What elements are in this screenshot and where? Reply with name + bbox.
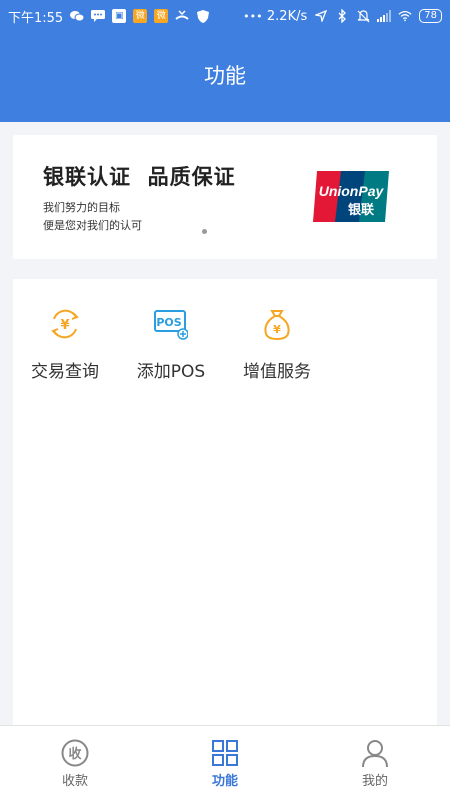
- more-dots-icon: •••: [243, 9, 263, 23]
- user-icon: [362, 740, 388, 768]
- location-icon: [314, 9, 328, 23]
- tab-functions[interactable]: 功能: [180, 726, 270, 800]
- banner-subtitle-1: 我们努力的目标: [43, 201, 120, 214]
- tab-label: 功能: [211, 774, 238, 789]
- func-label: 交易查询: [31, 362, 99, 382]
- tab-mine[interactable]: 我的: [330, 726, 420, 800]
- money-bag-icon: ¥: [264, 310, 290, 341]
- func-add-pos[interactable]: POS 添加POS: [121, 307, 221, 382]
- func-label: 增值服务: [243, 362, 311, 382]
- func-value-added[interactable]: ¥ 增值服务: [227, 307, 327, 382]
- mute-icon: [356, 9, 370, 23]
- wifi-icon: [398, 9, 412, 23]
- bottom-tab-bar: 收 收款 功能 我的: [0, 725, 450, 800]
- status-time: 下午1:55: [8, 10, 64, 26]
- svg-text:POS: POS: [156, 316, 181, 329]
- pos-add-icon: POS: [154, 310, 188, 340]
- banner-subtitle-2: 便是您对我们的认可: [43, 219, 142, 232]
- net-speed: 2.2K/s: [266, 8, 308, 24]
- promo-banner[interactable]: 银联认证 品质保证 我们努力的目标 便是您对我们的认可 UnionPay 银联: [13, 135, 437, 259]
- yuan-exchange-icon: ¥: [51, 309, 79, 339]
- wechat-icon: [70, 9, 85, 23]
- tab-label: 我的: [361, 774, 388, 789]
- battery-icon: 78: [419, 9, 442, 23]
- banner-page-indicator: [202, 229, 207, 234]
- collect-money-icon: 收: [61, 739, 89, 767]
- shield-icon: [196, 9, 210, 23]
- tab-collect[interactable]: 收 收款: [30, 726, 120, 800]
- status-bar: 下午1:55 ▣ 微 微 ••• 2.2K/s 78: [0, 0, 450, 32]
- svg-text:¥: ¥: [60, 318, 69, 333]
- weibo-icon: 微: [133, 9, 148, 23]
- app-icon: ▣: [112, 9, 127, 23]
- chat-icon: [91, 9, 106, 23]
- signal-icon: [377, 9, 392, 23]
- func-transaction-query[interactable]: ¥ 交易查询: [15, 307, 115, 382]
- page-title: 功能: [204, 64, 246, 88]
- svg-text:收: 收: [68, 746, 82, 762]
- unionpay-logo-cn: 银联: [348, 202, 374, 217]
- bluetooth-icon: [335, 9, 349, 23]
- missed-call-icon: [175, 9, 189, 23]
- unionpay-logo-text: UnionPay: [319, 183, 385, 199]
- tab-label: 收款: [61, 774, 88, 789]
- unionpay-logo: UnionPay 银联: [313, 171, 389, 222]
- svg-text:¥: ¥: [273, 323, 281, 336]
- grid-icon: [212, 740, 238, 766]
- weibo-icon-2: 微: [154, 9, 169, 23]
- function-grid: ¥ 交易查询 POS 添加POS ¥ 增值服务: [13, 279, 437, 726]
- banner-headline: 银联认证 品质保证: [43, 165, 236, 189]
- app-header: 下午1:55 ▣ 微 微 ••• 2.2K/s 78 功能: [0, 0, 450, 122]
- func-label: 添加POS: [136, 362, 206, 382]
